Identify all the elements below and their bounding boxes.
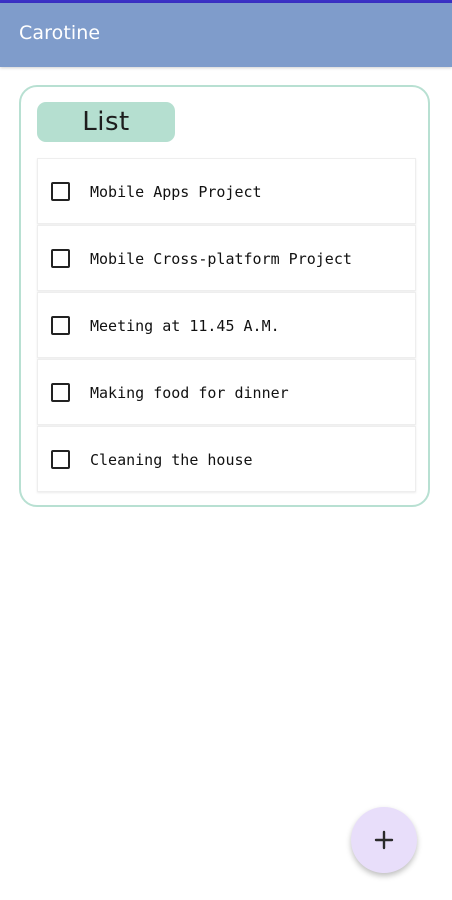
task-list-card: List Mobile Apps Project Mobile Cross-pl… (19, 85, 430, 507)
add-task-button[interactable] (351, 807, 417, 873)
task-checkbox[interactable] (51, 182, 70, 201)
task-label: Mobile Apps Project (90, 183, 262, 201)
list-item[interactable]: Cleaning the house (37, 426, 416, 492)
app-bar: Carotine (0, 3, 452, 67)
task-checkbox[interactable] (51, 450, 70, 469)
app-title: Carotine (19, 22, 101, 44)
task-checkbox[interactable] (51, 383, 70, 402)
task-checkbox[interactable] (51, 316, 70, 335)
task-label: Making food for dinner (90, 384, 289, 402)
task-label: Cleaning the house (90, 451, 253, 469)
list-item[interactable]: Meeting at 11.45 A.M. (37, 292, 416, 358)
list-heading: List (82, 107, 130, 137)
list-item[interactable]: Making food for dinner (37, 359, 416, 425)
list-item[interactable]: Mobile Cross-platform Project (37, 225, 416, 291)
task-label: Mobile Cross-platform Project (90, 250, 352, 268)
task-list: Mobile Apps Project Mobile Cross-platfor… (37, 158, 418, 493)
list-item[interactable]: Mobile Apps Project (37, 158, 416, 224)
task-checkbox[interactable] (51, 249, 70, 268)
list-heading-chip: List (37, 102, 175, 142)
task-label: Meeting at 11.45 A.M. (90, 317, 280, 335)
plus-icon (374, 830, 394, 850)
